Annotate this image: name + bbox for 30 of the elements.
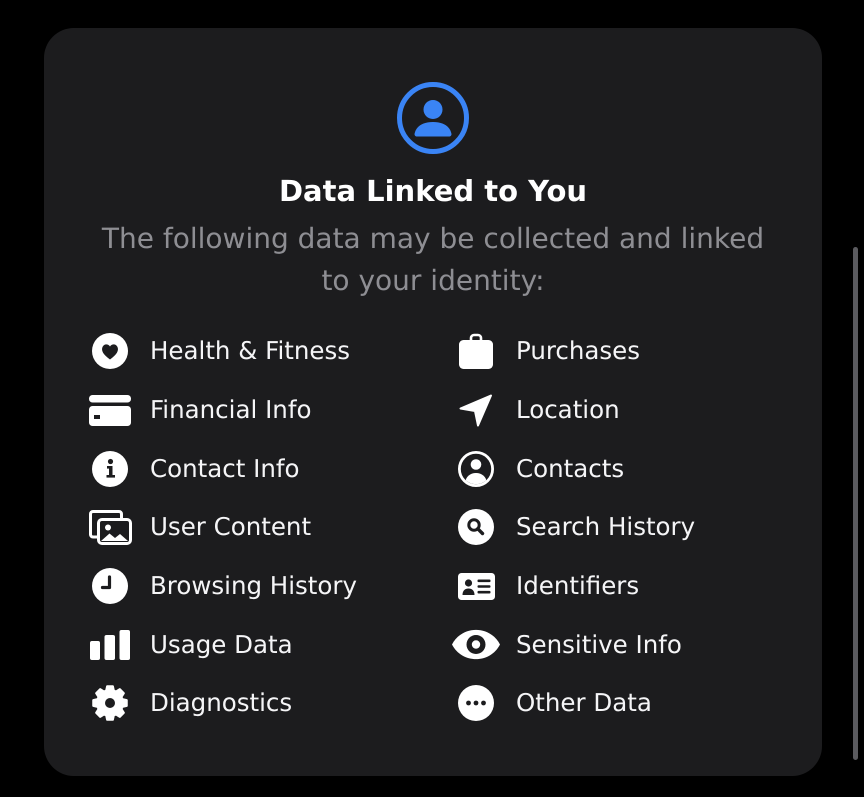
more-icon bbox=[458, 685, 494, 722]
category-label: Sensitive Info bbox=[516, 630, 682, 660]
bar-chart-icon bbox=[90, 630, 130, 660]
category-label: Identifiers bbox=[516, 571, 640, 602]
card-title: Data Linked to You bbox=[278, 173, 588, 209]
location-arrow-icon bbox=[459, 394, 493, 427]
category-label: Search History bbox=[516, 512, 696, 542]
search-icon bbox=[458, 509, 494, 546]
id-card-icon bbox=[458, 572, 494, 600]
credit-card-icon bbox=[89, 394, 131, 426]
person-icon bbox=[397, 82, 469, 154]
category-label: Diagnostics bbox=[150, 688, 292, 718]
eye-icon bbox=[452, 628, 500, 662]
card-description: The following data may be collected and linked to your identity: bbox=[100, 221, 766, 299]
category-label: Purchases bbox=[516, 336, 640, 366]
category-label: Other Data bbox=[516, 688, 652, 718]
category-label: Browsing History bbox=[150, 571, 357, 602]
shopping-bag-icon bbox=[459, 333, 493, 370]
category-label: Financial Info bbox=[150, 395, 312, 426]
info-icon bbox=[92, 450, 128, 487]
category-label: Health & Fitness bbox=[150, 336, 350, 366]
category-label: User Content bbox=[150, 512, 312, 542]
clock-icon bbox=[92, 568, 128, 604]
category-label: Contacts bbox=[516, 454, 624, 484]
settings-icon bbox=[91, 684, 129, 722]
category-label: Contact Info bbox=[150, 454, 300, 484]
category-label: Usage Data bbox=[150, 630, 293, 660]
person-icon bbox=[458, 450, 494, 487]
category-label: Location bbox=[516, 395, 620, 426]
photos-icon bbox=[88, 510, 132, 545]
